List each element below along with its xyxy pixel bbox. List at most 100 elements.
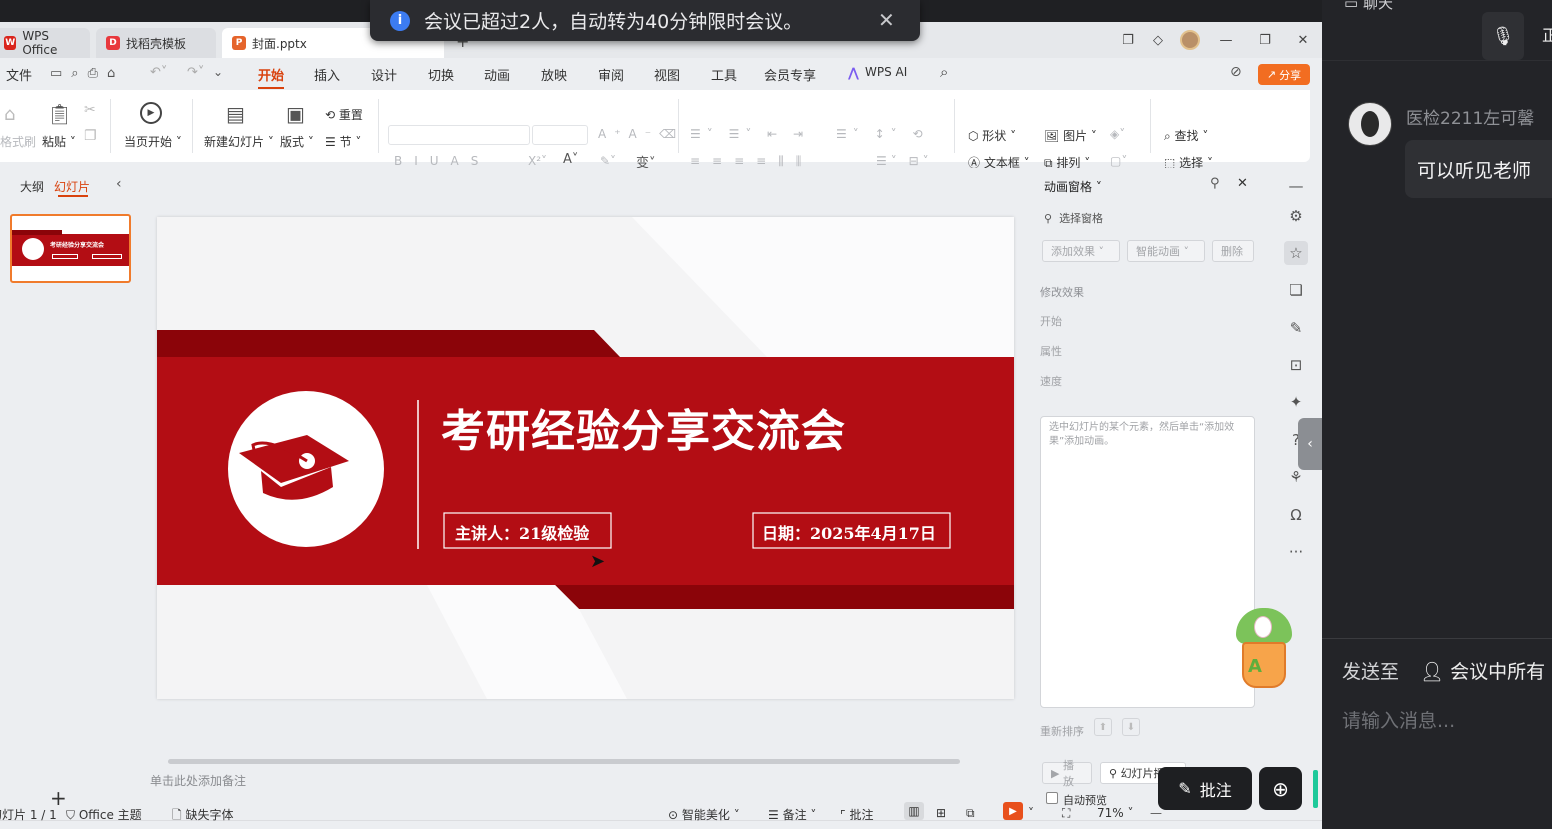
notes-button[interactable]: ☰ 备注 ˅: [768, 806, 816, 823]
restore-icon[interactable]: ❐: [1254, 30, 1276, 50]
smart-animation-button[interactable]: 智能动画 ˅: [1127, 240, 1205, 262]
font-family-select[interactable]: [388, 125, 530, 145]
copy-icon[interactable]: ❐: [84, 128, 97, 144]
menu-wps-ai[interactable]: WPS AI: [865, 65, 907, 79]
auto-preview-checkbox[interactable]: [1046, 792, 1058, 804]
undo-icon[interactable]: ↶˅: [150, 65, 167, 80]
align-buttons[interactable]: ≡≡≡≡⫼⫼: [690, 154, 813, 169]
slideshow-menu-icon[interactable]: ˅: [1028, 806, 1034, 820]
fit-window-icon[interactable]: ⛶: [1062, 806, 1070, 821]
comment-button[interactable]: ⌜ 批注: [840, 806, 873, 823]
highlight-icon[interactable]: ✎˅: [600, 154, 616, 168]
find-button[interactable]: ⌕ 查找 ˅: [1164, 127, 1208, 144]
properties-icon[interactable]: ⚙: [1284, 204, 1308, 228]
font-color-icon[interactable]: A˅: [563, 152, 578, 167]
pin-icon[interactable]: ⚲: [1210, 176, 1220, 191]
slide-date[interactable]: 日期：2025年4月17日: [762, 520, 936, 544]
zoom-in-icon[interactable]: ⊕: [1259, 767, 1302, 810]
notes-placeholder[interactable]: 单击此处添加备注: [150, 772, 246, 789]
minimize-icon[interactable]: —: [1215, 30, 1237, 50]
format-painter-button[interactable]: 格式刷: [0, 133, 36, 150]
new-slide-button[interactable]: 新建幻灯片 ˅: [204, 133, 274, 150]
menu-transition[interactable]: 切换: [428, 65, 454, 84]
annotate-button[interactable]: ✎ 批注: [1158, 767, 1252, 810]
layout-button[interactable]: 版式 ˅: [280, 133, 314, 150]
menu-view[interactable]: 视图: [654, 65, 680, 84]
section-button[interactable]: ☰ 节 ˅: [325, 133, 361, 150]
search-icon[interactable]: ⌕: [940, 63, 948, 81]
menu-insert[interactable]: 插入: [314, 65, 340, 84]
comment-icon[interactable]: ❏: [1284, 278, 1308, 302]
message-input[interactable]: 请输入消息...: [1342, 706, 1455, 733]
add-effect-button[interactable]: 添加效果 ˅: [1042, 240, 1120, 262]
sorter-view-icon[interactable]: ⊞: [936, 806, 946, 820]
menu-design[interactable]: 设计: [371, 65, 397, 84]
text-direction-buttons[interactable]: ☰˅ ⊟˅: [876, 154, 933, 168]
tab-outline[interactable]: 大纲: [20, 178, 44, 195]
menu-animation[interactable]: 动画: [484, 65, 510, 84]
outline-icon[interactable]: ▢˅: [1110, 154, 1127, 168]
expand-side-tab[interactable]: ‹: [1298, 418, 1322, 470]
share-button[interactable]: ↗ 分享: [1258, 64, 1310, 85]
play-current-button[interactable]: 当页开始 ˅: [124, 133, 182, 150]
font-style-buttons[interactable]: BIUAS: [394, 154, 490, 168]
shape-button[interactable]: ⬡ 形状 ˅: [968, 127, 1016, 144]
animation-star-icon[interactable]: ☆: [1284, 241, 1308, 265]
select-pane-link[interactable]: ⚲ 选择窗格: [1044, 210, 1103, 226]
menu-file[interactable]: 文件: [6, 65, 32, 84]
slide-title[interactable]: 考研经验分享交流会: [441, 395, 846, 459]
list-buttons[interactable]: ☰˅ ☰˅ ⇤ ⇥: [690, 127, 809, 141]
tools-icon[interactable]: ✦: [1284, 390, 1308, 414]
menu-review[interactable]: 审阅: [598, 65, 624, 84]
cube-icon[interactable]: ◇: [1147, 30, 1169, 50]
animation-list[interactable]: 选中幻灯片的某个元素，然后单击“添加效果”添加动画。: [1040, 416, 1255, 708]
slide-thumbnail-1[interactable]: 考研经验分享交流会: [10, 214, 131, 283]
tab-wps-office[interactable]: W WPS Office: [0, 28, 90, 58]
book-icon[interactable]: ⊡: [1284, 353, 1308, 377]
theme-button[interactable]: ⛉ Office 主题: [66, 806, 142, 823]
close-icon[interactable]: ✕: [1292, 30, 1314, 50]
slide-presenter[interactable]: 主讲人：21级检验: [455, 520, 589, 544]
menu-tools[interactable]: 工具: [711, 65, 737, 84]
more-icon[interactable]: ···: [1284, 540, 1308, 564]
play-button[interactable]: ▶ 播放: [1042, 759, 1092, 788]
mic-muted-icon[interactable]: 🎙︎: [1482, 12, 1524, 60]
font-size-select[interactable]: [532, 125, 588, 145]
missing-font-button[interactable]: 🗋︎ 缺失字体: [172, 806, 233, 827]
smart-beautify-button[interactable]: ⊙ 智能美化 ˅: [668, 806, 740, 823]
avatar[interactable]: [1180, 30, 1200, 50]
close-pane-icon[interactable]: ✕: [1237, 176, 1248, 191]
slide-1[interactable]: 考研经验分享交流会 主讲人：21级检验 日期：2025年4月17日: [157, 217, 1014, 699]
move-down-button[interactable]: ⬇: [1122, 718, 1140, 736]
collapse-chevron-icon[interactable]: ‹: [116, 176, 122, 192]
cloud-sync-icon[interactable]: ⊘: [1230, 64, 1242, 80]
redo-icon[interactable]: ↷˅: [187, 65, 204, 80]
send-to-select[interactable]: 👤︎ 会议中所有: [1420, 657, 1545, 684]
move-up-button[interactable]: ⬆: [1094, 718, 1112, 736]
delete-button[interactable]: 删除: [1212, 240, 1254, 262]
more-chevron-icon[interactable]: ⌄: [213, 65, 223, 79]
font-size-buttons[interactable]: A⁺A⁻⌫: [598, 127, 684, 141]
reading-view-icon[interactable]: ⧉: [966, 806, 975, 821]
horizontal-scrollbar[interactable]: [168, 759, 960, 764]
design-icon[interactable]: ✎: [1284, 316, 1308, 340]
paste-button[interactable]: 粘贴 ˅: [42, 133, 76, 150]
slideshow-icon[interactable]: ▶: [1003, 802, 1023, 820]
fill-color-icon[interactable]: ◈˅: [1110, 127, 1125, 141]
cut-icon[interactable]: ✂: [84, 102, 96, 118]
window-layout-icon[interactable]: ❐: [1117, 30, 1139, 50]
reset-button[interactable]: ⟲ 重置: [325, 106, 363, 123]
tab-find-templates[interactable]: D 找稻壳模板: [96, 28, 216, 58]
menu-slideshow[interactable]: 放映: [541, 65, 567, 84]
zoom-level[interactable]: 71% ˅: [1097, 806, 1134, 820]
headset-icon[interactable]: Ω: [1284, 503, 1308, 527]
notification-close-icon[interactable]: ✕: [878, 8, 895, 32]
picture-button[interactable]: 🖼︎ 图片 ˅: [1044, 127, 1097, 144]
menu-home[interactable]: 开始: [258, 65, 284, 84]
normal-view-icon[interactable]: ▥: [904, 802, 924, 820]
line-spacing-buttons[interactable]: ☰˅ ↕˅ ⟲: [836, 127, 929, 141]
collapse-icon[interactable]: —: [1284, 174, 1308, 198]
tab-slides[interactable]: 幻灯片: [54, 178, 90, 195]
superscript-button[interactable]: X²˅: [528, 154, 547, 168]
quick-access-icons[interactable]: ▭⌕⎙⌂: [50, 66, 124, 81]
